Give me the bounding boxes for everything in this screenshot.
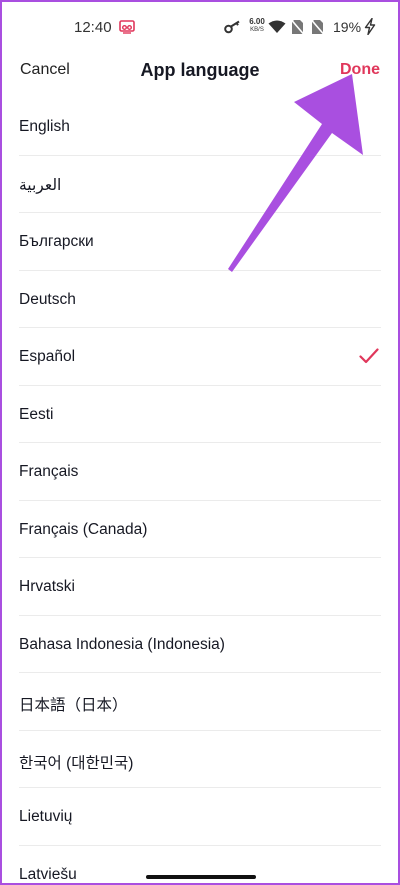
language-label: Bahasa Indonesia (Indonesia) [19,635,225,653]
status-time: 12:40 [74,19,112,36]
language-label: 日本語（日本） [19,697,128,714]
language-label: Français (Canada) [19,520,148,538]
language-label: Български [19,233,94,250]
charging-bolt-icon [364,18,376,35]
language-item-lithuanian[interactable]: Lietuvių [19,788,381,846]
language-item-spanish[interactable]: Español [19,328,381,386]
language-label: Hrvatski [19,578,75,595]
language-label: Lietuvių [19,808,73,825]
network-speed: 6.00 KB/S [246,18,268,34]
language-label: Deutsch [19,290,76,308]
language-label: Español [19,348,76,365]
language-item-bulgarian[interactable]: Български [19,213,381,271]
no-sim-icon [311,19,324,35]
language-item-english[interactable]: English [19,98,381,156]
language-item-korean[interactable]: 한국어 (대한민국) [19,731,381,788]
done-button[interactable]: Done [340,61,380,79]
language-label: Latviešu [19,865,77,883]
language-list: English العربية Български Deutsch Españo… [2,98,398,883]
navigation-header: Cancel App language Done [2,52,398,90]
language-label: Eesti [19,405,54,423]
language-item-indonesian[interactable]: Bahasa Indonesia (Indonesia) [19,616,381,673]
language-item-german[interactable]: Deutsch [19,271,381,328]
language-label: 한국어 (대한민국) [19,754,134,772]
language-item-estonian[interactable]: Eesti [19,386,381,443]
language-item-arabic[interactable]: العربية [19,156,381,213]
language-label: Français [19,463,79,480]
language-label: العربية [19,176,62,194]
language-item-french[interactable]: Français [19,443,381,501]
network-speed-unit: KB/S [250,27,264,33]
language-item-french-canada[interactable]: Français (Canada) [19,501,381,558]
home-indicator[interactable] [146,875,256,879]
language-item-japanese[interactable]: 日本語（日本） [19,673,381,731]
page-title: App language [140,60,260,80]
wifi-icon [268,20,286,33]
network-speed-value: 6.00 [249,17,265,26]
vpn-key-icon [224,20,240,34]
battery-percent: 19% [333,19,362,35]
language-label: English [19,118,70,135]
language-item-croatian[interactable]: Hrvatski [19,558,381,616]
checkmark-icon [359,348,379,364]
status-bar: 12:40 6.00 KB/S 19% [2,2,398,52]
screen-cast-icon [119,20,135,34]
app-screen: 12:40 6.00 KB/S 19% Cancel App language … [2,2,398,883]
no-sim-icon [291,19,304,35]
